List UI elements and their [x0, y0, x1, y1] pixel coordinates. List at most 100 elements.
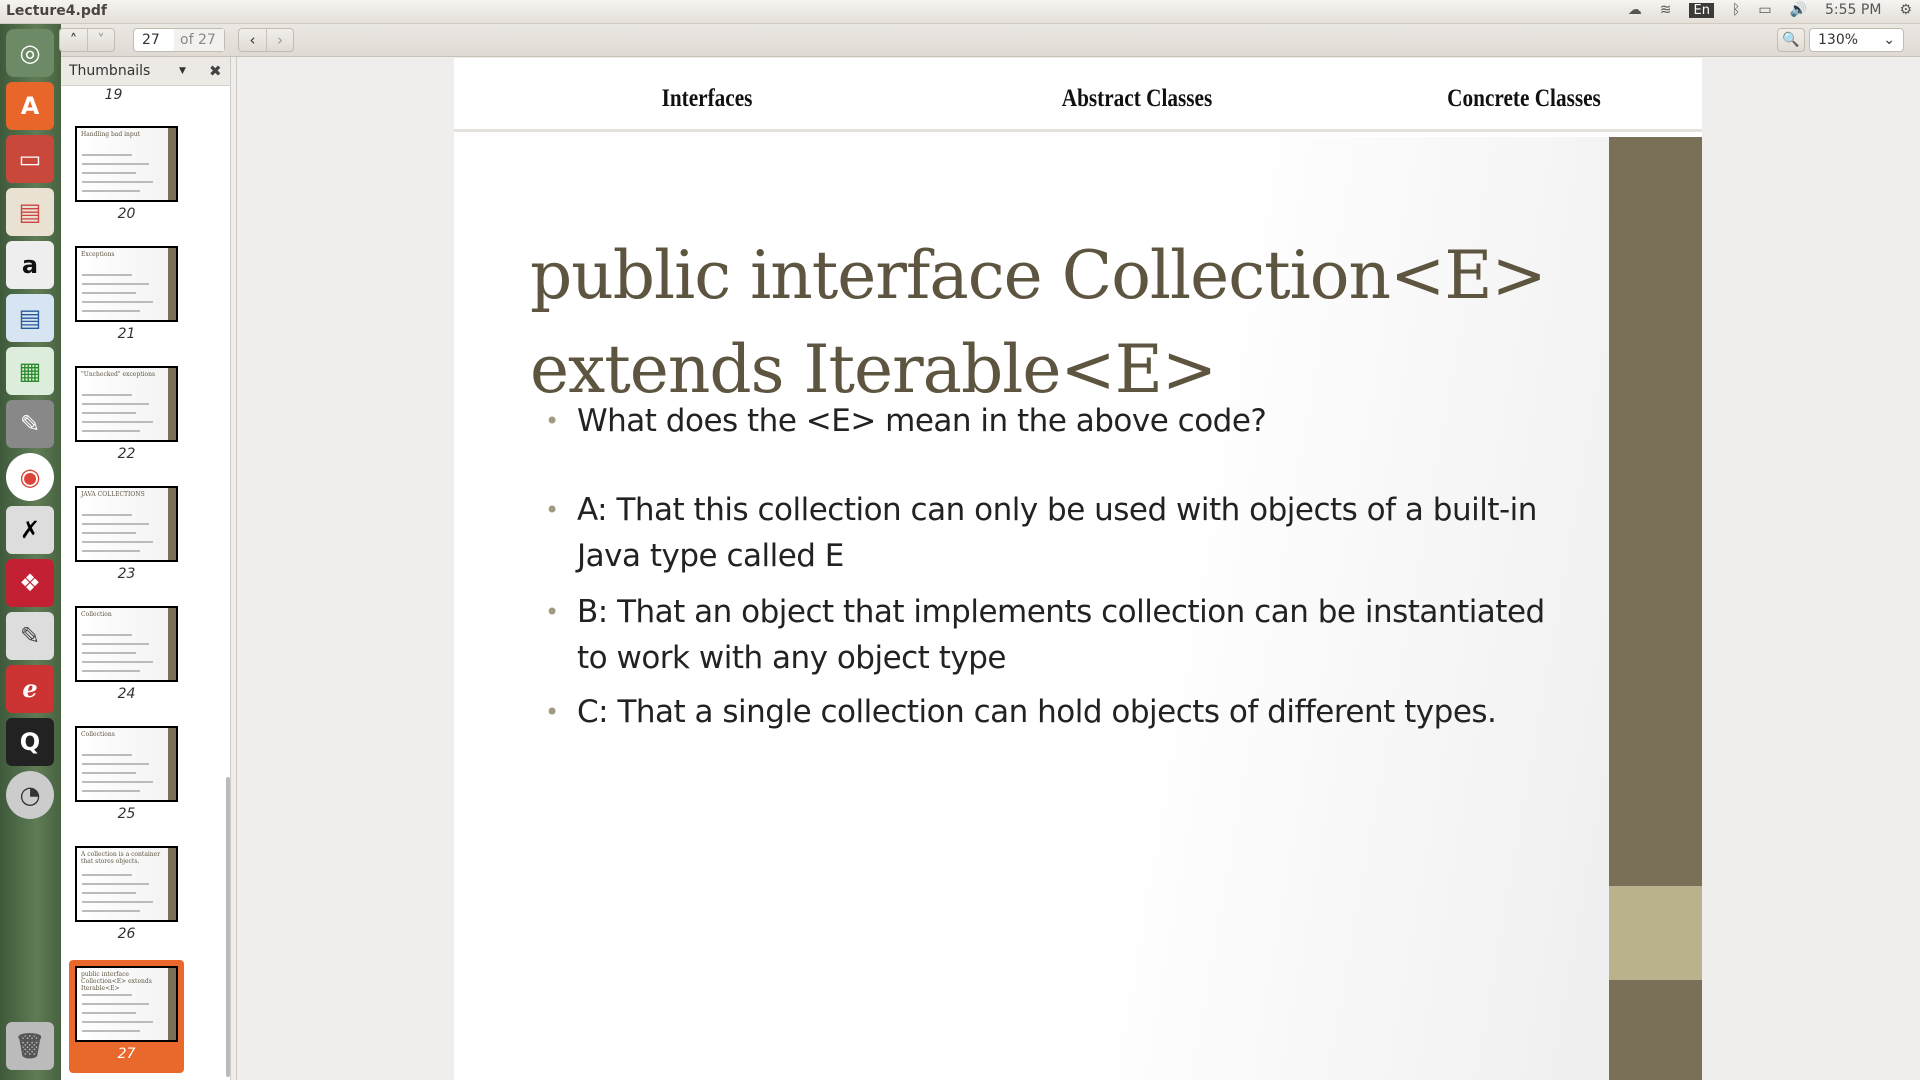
keyboard-layout[interactable]: En: [1689, 2, 1714, 18]
thumbnail-text-line: [82, 643, 149, 645]
writer-icon[interactable]: ▤: [6, 294, 54, 342]
trash-icon[interactable]: 🗑: [6, 1022, 54, 1070]
thumbnail-image: public interface Collection<E> extends I…: [75, 966, 178, 1042]
thumbnail-image: Exceptions: [75, 246, 178, 322]
thumbnail-text-line: [82, 781, 153, 783]
page-input[interactable]: 27: [134, 29, 174, 51]
chrome-icon[interactable]: ◉: [6, 453, 54, 501]
thumbnail-bar: [168, 368, 176, 440]
title-line: public interface Collection<E>: [530, 237, 1547, 314]
bullet-a: A: That this collection can only be used…: [545, 487, 1567, 579]
sync-icon[interactable]: ☁: [1628, 2, 1642, 18]
thumbnail-text-line: [82, 523, 149, 525]
history-group: ‹ ›: [238, 28, 294, 52]
pdf-page: Interfaces Abstract Classes Concrete Cla…: [454, 58, 1702, 1080]
scrollbar[interactable]: [226, 777, 230, 1077]
thumbnail-number: 26: [117, 926, 136, 942]
sidebar: Thumbnails ▼ ✖ 19 Handling bad input 20 Ex…: [61, 57, 231, 1080]
thumbnail-page-24[interactable]: Collection 24: [69, 600, 184, 713]
thumbnail-image: Collections: [75, 726, 178, 802]
thumbnail-text-line: [82, 1021, 153, 1023]
dropdown-arrow-icon[interactable]: ▼: [179, 57, 186, 86]
thumbnail-number: 20: [117, 206, 136, 222]
thumbnail-text-line: [82, 283, 149, 285]
thumbnail-page-26[interactable]: A collection is a container that stores …: [69, 840, 184, 953]
thumbnail-text-line: [82, 1003, 149, 1005]
thumbnail-bar: [168, 968, 176, 1040]
thumbnail-title: JAVA COLLECTIONS: [81, 491, 145, 498]
mendeley-icon[interactable]: ❖: [6, 559, 54, 607]
quassel-icon[interactable]: Q: [6, 718, 54, 766]
window-title: Lecture4.pdf: [6, 3, 107, 19]
xournal-icon[interactable]: ✗: [6, 506, 54, 554]
back-button[interactable]: ‹: [239, 29, 266, 51]
thumbnail-text-line: [82, 550, 140, 552]
next-page-button[interactable]: ˅: [87, 29, 114, 51]
settings-icon[interactable]: ✎: [6, 400, 54, 448]
file-manager-icon[interactable]: ▭: [6, 135, 54, 183]
thumbnail-text-line: [82, 634, 132, 636]
thumbnail-text-line: [82, 190, 140, 192]
impress-icon[interactable]: ▤: [6, 188, 54, 236]
thumbnail-number: 27: [117, 1046, 136, 1062]
search-icon: 🔍: [1782, 32, 1800, 48]
slide-title: public interface Collection<E> extends I…: [530, 229, 1547, 417]
wifi-icon[interactable]: ≋: [1660, 2, 1672, 18]
thumbnail-page-20[interactable]: Handling bad input 20: [69, 120, 184, 233]
thumbnail-text-line: [82, 172, 136, 174]
thumbnail-image: Handling bad input: [75, 126, 178, 202]
pdf-reader-icon[interactable]: ℯ: [6, 665, 54, 713]
toolbar: ˄ ˅ 27 of 27 ‹ › 🔍 130% ⌄: [59, 24, 1920, 57]
thumbnail-page-25[interactable]: Collections 25: [69, 720, 184, 833]
search-button[interactable]: 🔍: [1777, 28, 1805, 52]
thumbnail-bar: [168, 488, 176, 560]
thumbnail-number: 21: [117, 326, 136, 342]
slide-decoration-accent: [1609, 886, 1702, 980]
previous-page-button[interactable]: ˄: [60, 29, 87, 51]
thumbnail-bar: [168, 728, 176, 800]
thumbnail-text-line: [82, 310, 140, 312]
bluetooth-icon[interactable]: ᛒ: [1732, 2, 1740, 18]
thumbnail-text-line: [82, 661, 153, 663]
thumbnail-page-22[interactable]: "Unchecked" exceptions 22: [69, 360, 184, 473]
thumbnail-number: 24: [117, 686, 136, 702]
thumbnail-page-21[interactable]: Exceptions 21: [69, 240, 184, 353]
clock[interactable]: 5:55 PM: [1825, 2, 1881, 18]
thumbnail-text-line: [82, 670, 140, 672]
system-tray: ☁ ≋ En ᛒ ▭ 🔊 5:55 PM ⚙: [1628, 2, 1912, 18]
zoom-select[interactable]: 130% ⌄: [1809, 28, 1904, 52]
forward-button[interactable]: ›: [266, 29, 293, 51]
close-sidebar-icon[interactable]: ✖: [209, 57, 222, 86]
header-concrete-classes: Concrete Classes: [1447, 85, 1601, 112]
thumbnail-text-line: [82, 292, 136, 294]
battery-icon[interactable]: ▭: [1758, 2, 1771, 18]
slide-decoration-bar: [1609, 137, 1702, 1080]
volume-icon[interactable]: 🔊: [1790, 2, 1807, 18]
thumbnail-title: Collection: [81, 611, 112, 618]
clock-app-icon[interactable]: ◔: [6, 771, 54, 819]
ubuntu-dash-icon[interactable]: ◎: [6, 29, 54, 77]
page-number-field[interactable]: 27 of 27: [133, 28, 225, 52]
sidebar-mode-select[interactable]: Thumbnails: [69, 63, 150, 79]
text-editor-icon[interactable]: ✎: [6, 612, 54, 660]
thumbnail-number: 22: [117, 446, 136, 462]
thumbnail-page-27[interactable]: public interface Collection<E> extends I…: [69, 960, 184, 1073]
thumbnail-text-line: [82, 412, 136, 414]
software-center-icon[interactable]: A: [6, 82, 54, 130]
thumbnail-label: 19: [104, 87, 123, 103]
thumbnail-image: Collection: [75, 606, 178, 682]
thumbnail-number: 23: [117, 566, 136, 582]
gear-icon[interactable]: ⚙: [1899, 2, 1912, 18]
thumbnail-bar: [168, 248, 176, 320]
thumbnail-text-line: [82, 754, 132, 756]
thumbnail-text-line: [82, 394, 132, 396]
thumbnail-title: Exceptions: [81, 251, 115, 258]
thumbnail-image: A collection is a container that stores …: [75, 846, 178, 922]
calc-icon[interactable]: ▦: [6, 347, 54, 395]
bullet-c: C: That a single collection can hold obj…: [545, 689, 1567, 735]
thumbnail-text-line: [82, 901, 153, 903]
launcher: ◎ A ▭ ▤ a ▤ ▦ ✎ ◉ ✗ ❖ ✎ ℯ Q ◔ 🗑: [0, 24, 61, 1080]
thumbnail-page-23[interactable]: JAVA COLLECTIONS 23: [69, 480, 184, 593]
amazon-icon[interactable]: a: [6, 241, 54, 289]
thumbnail-text-line: [82, 274, 132, 276]
